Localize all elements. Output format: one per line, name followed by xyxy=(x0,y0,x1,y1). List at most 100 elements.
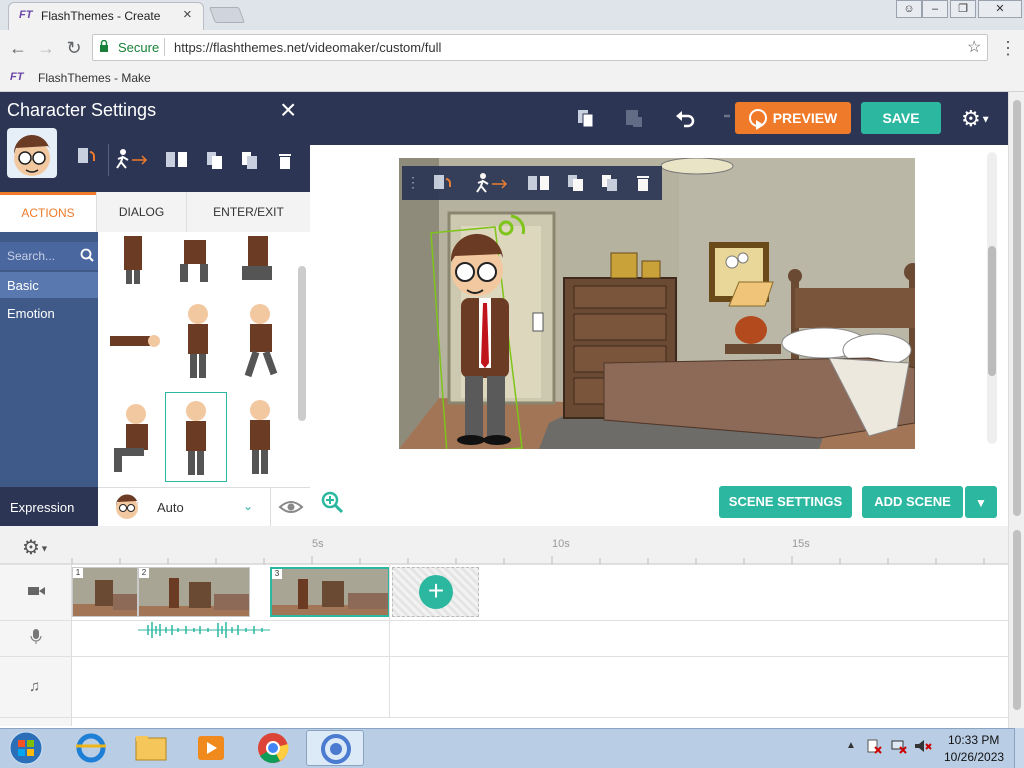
paste-character-icon[interactable] xyxy=(600,173,620,193)
tick-label: 15s xyxy=(792,538,810,550)
bookmark-star-icon[interactable]: ☆ xyxy=(967,37,981,57)
voice-waveform[interactable] xyxy=(138,620,270,640)
copy-scene-icon[interactable] xyxy=(576,108,596,128)
swap-character-icon[interactable] xyxy=(432,173,454,193)
grid-scrollbar[interactable] xyxy=(298,266,306,421)
expression-label: Expression xyxy=(10,500,75,515)
add-scene-dropdown-button[interactable]: ▼ xyxy=(965,486,997,518)
add-scene-label: ADD SCENE xyxy=(874,494,951,509)
expression-face-icon xyxy=(113,493,141,526)
network-icon[interactable] xyxy=(890,738,908,759)
character-avatar[interactable] xyxy=(7,128,57,178)
music-note-icon: ♫ xyxy=(29,678,41,695)
start-button[interactable] xyxy=(4,730,48,766)
action-thumb[interactable] xyxy=(106,300,162,386)
tab-close-icon[interactable]: × xyxy=(183,6,192,23)
tab-enter-exit-label: ENTER/EXIT xyxy=(213,205,284,219)
timeline-scrollbar[interactable] xyxy=(1008,526,1024,728)
preview-label: PREVIEW xyxy=(772,110,838,126)
undo-icon[interactable] xyxy=(675,108,695,128)
show-desktop-button[interactable] xyxy=(1014,728,1024,768)
address-bar[interactable]: Secure https://flashthemes.net/videomake… xyxy=(92,34,988,61)
user-icon[interactable]: ☺ xyxy=(896,0,922,18)
add-scene-button[interactable]: ADD SCENE xyxy=(862,486,963,518)
flip-character-icon[interactable] xyxy=(164,150,190,170)
panel-close-icon[interactable]: × xyxy=(280,94,296,126)
scene-thumbnail[interactable]: 2 xyxy=(138,567,250,617)
forward-arrow-icon[interactable]: → xyxy=(34,36,58,60)
action-thumb-selected[interactable] xyxy=(165,392,227,482)
delete-character-icon[interactable] xyxy=(636,174,650,192)
new-tab-button[interactable] xyxy=(209,7,245,23)
url-text: https://flashthemes.net/videomaker/custo… xyxy=(174,40,442,55)
bookmarks-bar: FT FlashThemes - Make xyxy=(0,66,1024,92)
clock-date[interactable]: 10/26/2023 xyxy=(944,750,1004,764)
internet-explorer-icon[interactable] xyxy=(62,730,120,766)
drag-handle-icon[interactable]: ⋮ xyxy=(406,174,420,191)
browser-tab[interactable]: FT FlashThemes - Create × xyxy=(8,2,204,30)
copy-character-icon[interactable] xyxy=(566,173,586,193)
action-center-icon[interactable] xyxy=(866,738,882,759)
chevron-down-icon: ▼ xyxy=(975,496,987,510)
action-thumb[interactable] xyxy=(234,392,290,478)
category-emotion[interactable]: Emotion xyxy=(0,300,98,326)
tab-actions[interactable]: ACTIONS xyxy=(0,192,96,232)
zoom-in-icon[interactable] xyxy=(320,490,344,519)
paste-character-icon[interactable] xyxy=(240,150,260,172)
scene-number: 1 xyxy=(73,568,83,578)
tab-dialog[interactable]: DIALOG xyxy=(96,192,186,232)
page-scrollbar[interactable] xyxy=(1008,92,1024,526)
preview-button[interactable]: PREVIEW xyxy=(735,102,851,134)
scene-settings-button[interactable]: SCENE SETTINGS xyxy=(719,486,852,518)
action-thumb[interactable] xyxy=(106,392,162,478)
close-window-button[interactable]: ✕ xyxy=(978,0,1022,18)
clock-time[interactable]: 10:33 PM xyxy=(948,733,999,747)
search-icon[interactable] xyxy=(80,248,94,267)
action-thumb[interactable] xyxy=(170,300,226,386)
expression-select[interactable]: Auto ⌄ xyxy=(98,487,270,527)
save-button[interactable]: SAVE xyxy=(861,102,941,134)
stage-scrollbar[interactable] xyxy=(987,152,997,444)
tick-label: 5s xyxy=(312,538,324,550)
tab-dialog-label: DIALOG xyxy=(118,205,165,219)
scene-settings-label: SCENE SETTINGS xyxy=(728,494,843,509)
menu-dots-icon[interactable]: ⋮ xyxy=(996,36,1020,60)
timeline-settings-gear-icon[interactable]: ⚙▼ xyxy=(22,535,49,560)
save-label: SAVE xyxy=(882,110,920,126)
media-player-icon[interactable] xyxy=(182,730,240,766)
tab-enter-exit[interactable]: ENTER/EXIT xyxy=(186,192,310,232)
eye-icon[interactable] xyxy=(270,487,310,527)
add-scene-placeholder[interactable]: + xyxy=(392,567,479,617)
scene-thumbnail[interactable]: 1 xyxy=(72,567,138,617)
favicon-icon: FT xyxy=(19,9,33,21)
tick-label: 10s xyxy=(552,538,570,550)
delete-character-icon[interactable] xyxy=(278,152,292,170)
chrome-icon[interactable] xyxy=(244,730,302,766)
scene-canvas[interactable] xyxy=(399,158,915,449)
bedroom-scene xyxy=(399,158,915,449)
lock-icon xyxy=(99,39,109,52)
minimize-button[interactable]: – xyxy=(922,0,948,18)
bookmark-link[interactable]: FlashThemes - Make xyxy=(38,71,151,85)
tray-show-hidden-icon[interactable]: ▲ xyxy=(846,740,856,751)
flip-character-icon[interactable] xyxy=(526,174,552,192)
swap-character-icon[interactable] xyxy=(76,146,98,168)
back-arrow-icon[interactable]: ← xyxy=(6,36,30,60)
expression-value: Auto xyxy=(157,500,184,515)
music-track xyxy=(0,656,1008,718)
copy-character-icon[interactable] xyxy=(205,150,225,172)
action-thumb[interactable] xyxy=(234,300,290,386)
category-basic[interactable]: Basic xyxy=(0,272,98,298)
walk-motion-icon[interactable] xyxy=(114,148,154,172)
search-box[interactable]: Search... xyxy=(0,242,98,270)
file-explorer-icon[interactable] xyxy=(122,730,180,766)
scene-thumbnail-selected[interactable]: 3 xyxy=(270,567,390,617)
walk-motion-icon[interactable] xyxy=(474,172,510,194)
play-circle-icon xyxy=(749,109,767,130)
settings-gear-icon[interactable]: ⚙▼ xyxy=(961,106,991,132)
volume-muted-icon[interactable] xyxy=(914,738,932,759)
reload-icon[interactable]: ↻ xyxy=(62,36,86,60)
expression-label-box: Expression xyxy=(0,487,98,527)
active-chrome-window[interactable] xyxy=(306,730,364,766)
restore-button[interactable]: ❐ xyxy=(950,0,976,18)
